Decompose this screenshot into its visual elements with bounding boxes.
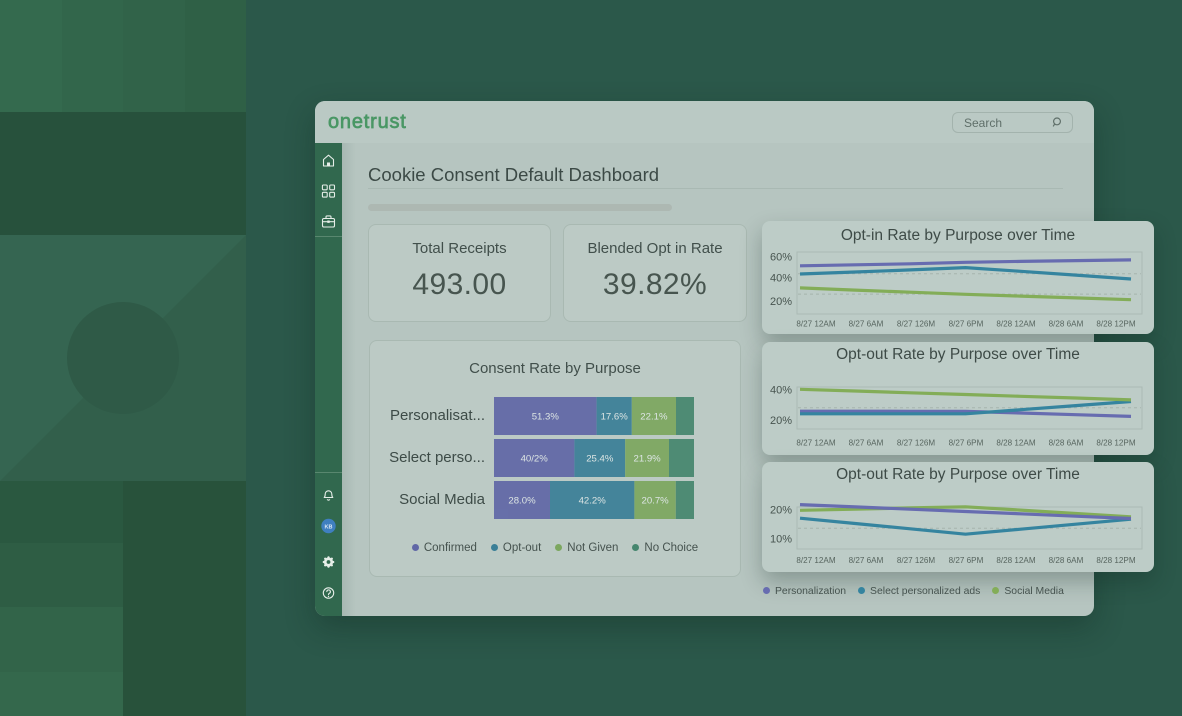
svg-text:40/2%: 40/2% [521,454,549,465]
svg-text:42.2%: 42.2% [579,496,607,507]
svg-text:8/27 6AM: 8/27 6AM [849,439,884,448]
svg-text:8/27 6AM: 8/27 6AM [849,556,884,565]
svg-text:8/27 6PM: 8/27 6PM [949,439,984,448]
svg-text:8/28 6AM: 8/28 6AM [1049,319,1084,328]
svg-text:8/28 12AM: 8/28 12AM [996,439,1035,448]
svg-text:8/27 6AM: 8/27 6AM [849,319,884,328]
svg-text:20.7%: 20.7% [641,496,669,507]
svg-text:40%: 40% [770,273,792,285]
svg-text:KB: KB [325,525,333,531]
svg-text:10%: 10% [770,533,792,545]
svg-text:8/27 6PM: 8/27 6PM [949,319,984,328]
svg-text:20%: 20% [770,415,792,427]
svg-text:Opt-out Rate by Purpose over T: Opt-out Rate by Purpose over Time [836,346,1080,363]
svg-text:40%: 40% [770,384,792,396]
svg-text:8/27 126M: 8/27 126M [897,439,936,448]
svg-text:21.9%: 21.9% [633,454,661,465]
svg-text:Opt-in Rate by Purpose over Ti: Opt-in Rate by Purpose over Time [841,227,1075,244]
svg-text:8/28 12PM: 8/28 12PM [1096,439,1135,448]
svg-text:20%: 20% [770,504,792,516]
svg-text:8/28 6AM: 8/28 6AM [1049,439,1084,448]
svg-text:8/27 12AM: 8/27 12AM [796,556,835,565]
svg-text:Opt-out Rate by Purpose over T: Opt-out Rate by Purpose over Time [836,466,1080,483]
svg-text:8/28 12PM: 8/28 12PM [1096,319,1135,328]
svg-text:22.1%: 22.1% [640,412,668,423]
svg-text:20%: 20% [770,296,792,308]
svg-text:8/28 12AM: 8/28 12AM [996,319,1035,328]
svg-text:8/28 12PM: 8/28 12PM [1096,556,1135,565]
svg-text:8/27 126M: 8/27 126M [897,556,936,565]
svg-text:28.0%: 28.0% [508,496,536,507]
svg-text:8/28 6AM: 8/28 6AM [1049,556,1084,565]
svg-text:51.3%: 51.3% [532,412,560,423]
svg-text:17.6%: 17.6% [601,412,629,423]
svg-text:8/28 12AM: 8/28 12AM [996,556,1035,565]
svg-text:60%: 60% [770,251,792,263]
svg-text:8/27 6PM: 8/27 6PM [949,556,984,565]
svg-text:8/27 12AM: 8/27 12AM [796,439,835,448]
svg-text:25.4%: 25.4% [586,454,614,465]
svg-text:8/27 12AM: 8/27 12AM [796,319,835,328]
svg-text:8/27 126M: 8/27 126M [897,319,936,328]
